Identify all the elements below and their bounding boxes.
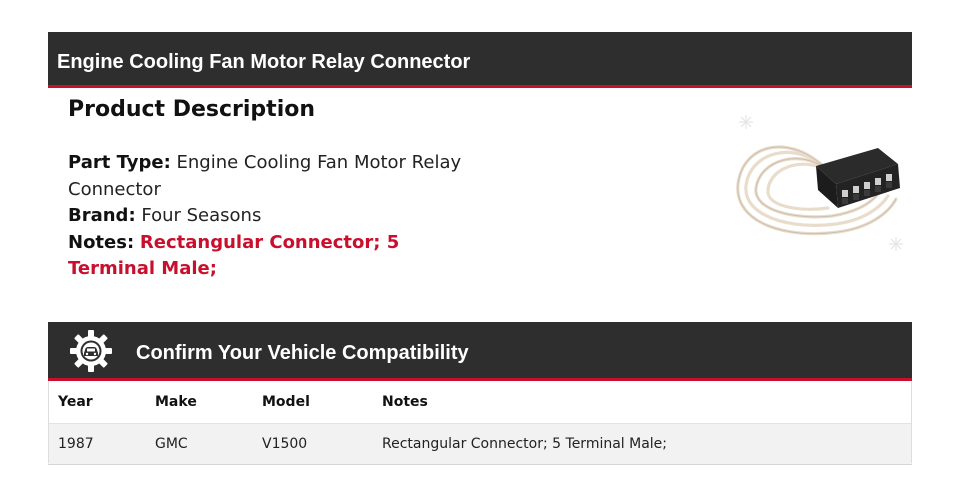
part-type-label: Part Type: <box>68 152 171 173</box>
column-header-model: Model <box>252 381 372 424</box>
column-header-notes: Notes <box>372 381 912 424</box>
cell-make: GMC <box>145 423 252 465</box>
column-header-make: Make <box>145 381 252 424</box>
cell-model: V1500 <box>252 423 372 465</box>
notes-line: Notes: Rectangular Connector; 5 Terminal… <box>68 230 488 283</box>
product-description-heading: Product Description <box>68 97 316 122</box>
compatibility-title: Confirm Your Vehicle Compatibility <box>136 342 469 364</box>
brand-line: Brand: Four Seasons <box>68 203 488 230</box>
part-type-line: Part Type: Engine Cooling Fan Motor Rela… <box>68 150 488 203</box>
cell-year: 1987 <box>48 423 145 465</box>
product-description-body: Part Type: Engine Cooling Fan Motor Rela… <box>68 150 488 283</box>
notes-label: Notes: <box>68 231 135 253</box>
product-image <box>728 104 918 264</box>
compatibility-bar: Confirm Your Vehicle Compatibility <box>48 322 912 381</box>
gear-car-icon <box>70 330 112 372</box>
cell-notes: Rectangular Connector; 5 Terminal Male; <box>372 423 912 465</box>
column-header-year: Year <box>48 381 145 424</box>
connector-image <box>736 115 903 251</box>
table-header-row: Year Make Model Notes <box>48 381 912 424</box>
brand-label: Brand: <box>68 205 136 226</box>
compatibility-table: Year Make Model Notes 1987 GMC V1500 Rec… <box>48 381 912 465</box>
table-row: 1987 GMC V1500 Rectangular Connector; 5 … <box>48 423 912 465</box>
product-title: Engine Cooling Fan Motor Relay Connector <box>57 51 471 73</box>
product-title-bar: Engine Cooling Fan Motor Relay Connector <box>48 32 912 88</box>
brand-value: Four Seasons <box>141 205 262 226</box>
